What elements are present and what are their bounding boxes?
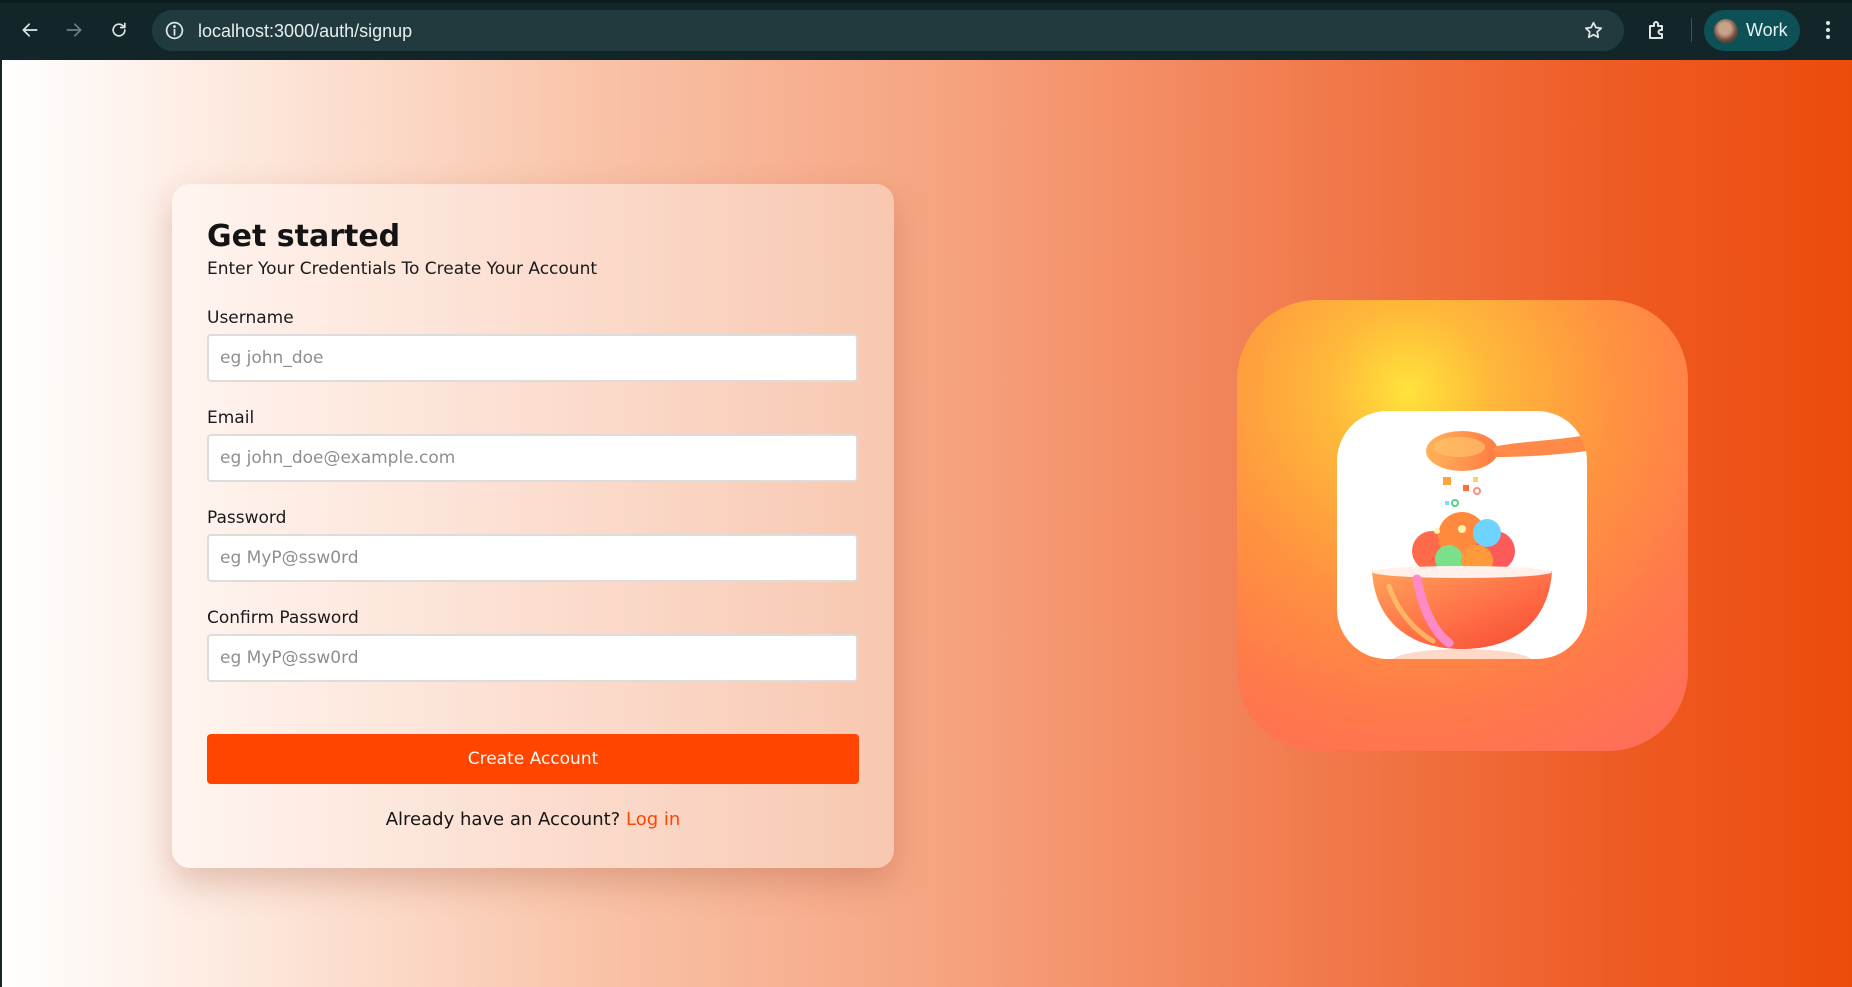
reload-button[interactable] — [101, 12, 137, 48]
toolbar-top-edge — [0, 0, 1852, 3]
signup-card: Get started Enter Your Credentials To Cr… — [172, 184, 894, 868]
app-logo — [1237, 300, 1688, 751]
bowl-illustration — [1372, 431, 1587, 659]
food-bowl-logo-icon — [1337, 411, 1587, 659]
username-label: Username — [207, 308, 294, 328]
toolbar-divider — [1691, 18, 1692, 42]
username-input[interactable] — [207, 334, 858, 382]
url-text[interactable]: localhost:3000/auth/signup — [198, 21, 412, 42]
page-title: Get started — [207, 219, 401, 254]
puzzle-icon[interactable] — [1645, 18, 1669, 42]
login-prompt-row: Already have an Account? Log in — [172, 809, 894, 830]
confirm-password-input[interactable] — [207, 634, 858, 682]
browser-toolbar: localhost:3000/auth/signup Work — [0, 0, 1852, 60]
forward-button[interactable] — [56, 12, 92, 48]
info-icon[interactable] — [164, 20, 185, 41]
reload-icon — [112, 22, 126, 37]
back-button[interactable] — [12, 12, 48, 48]
kebab-menu-icon[interactable] — [1816, 18, 1840, 42]
arrow-right-icon — [66, 23, 82, 37]
address-bar[interactable]: localhost:3000/auth/signup — [152, 10, 1624, 51]
confirm-password-label: Confirm Password — [207, 608, 359, 628]
profile-button[interactable]: Work — [1704, 10, 1800, 51]
profile-name: Work — [1746, 20, 1788, 40]
email-input[interactable] — [207, 434, 858, 482]
password-input[interactable] — [207, 534, 858, 582]
arrow-left-icon — [22, 23, 38, 37]
login-prompt-text: Already have an Account? — [385, 809, 621, 830]
create-account-button[interactable]: Create Account — [207, 734, 859, 784]
page-viewport: Get started Enter Your Credentials To Cr… — [2, 60, 1852, 987]
star-icon[interactable] — [1583, 20, 1604, 41]
email-label: Email — [207, 408, 255, 428]
password-label: Password — [207, 508, 287, 528]
login-link[interactable]: Log in — [626, 809, 680, 830]
avatar — [1714, 18, 1738, 43]
page-subtitle: Enter Your Credentials To Create Your Ac… — [207, 259, 598, 279]
